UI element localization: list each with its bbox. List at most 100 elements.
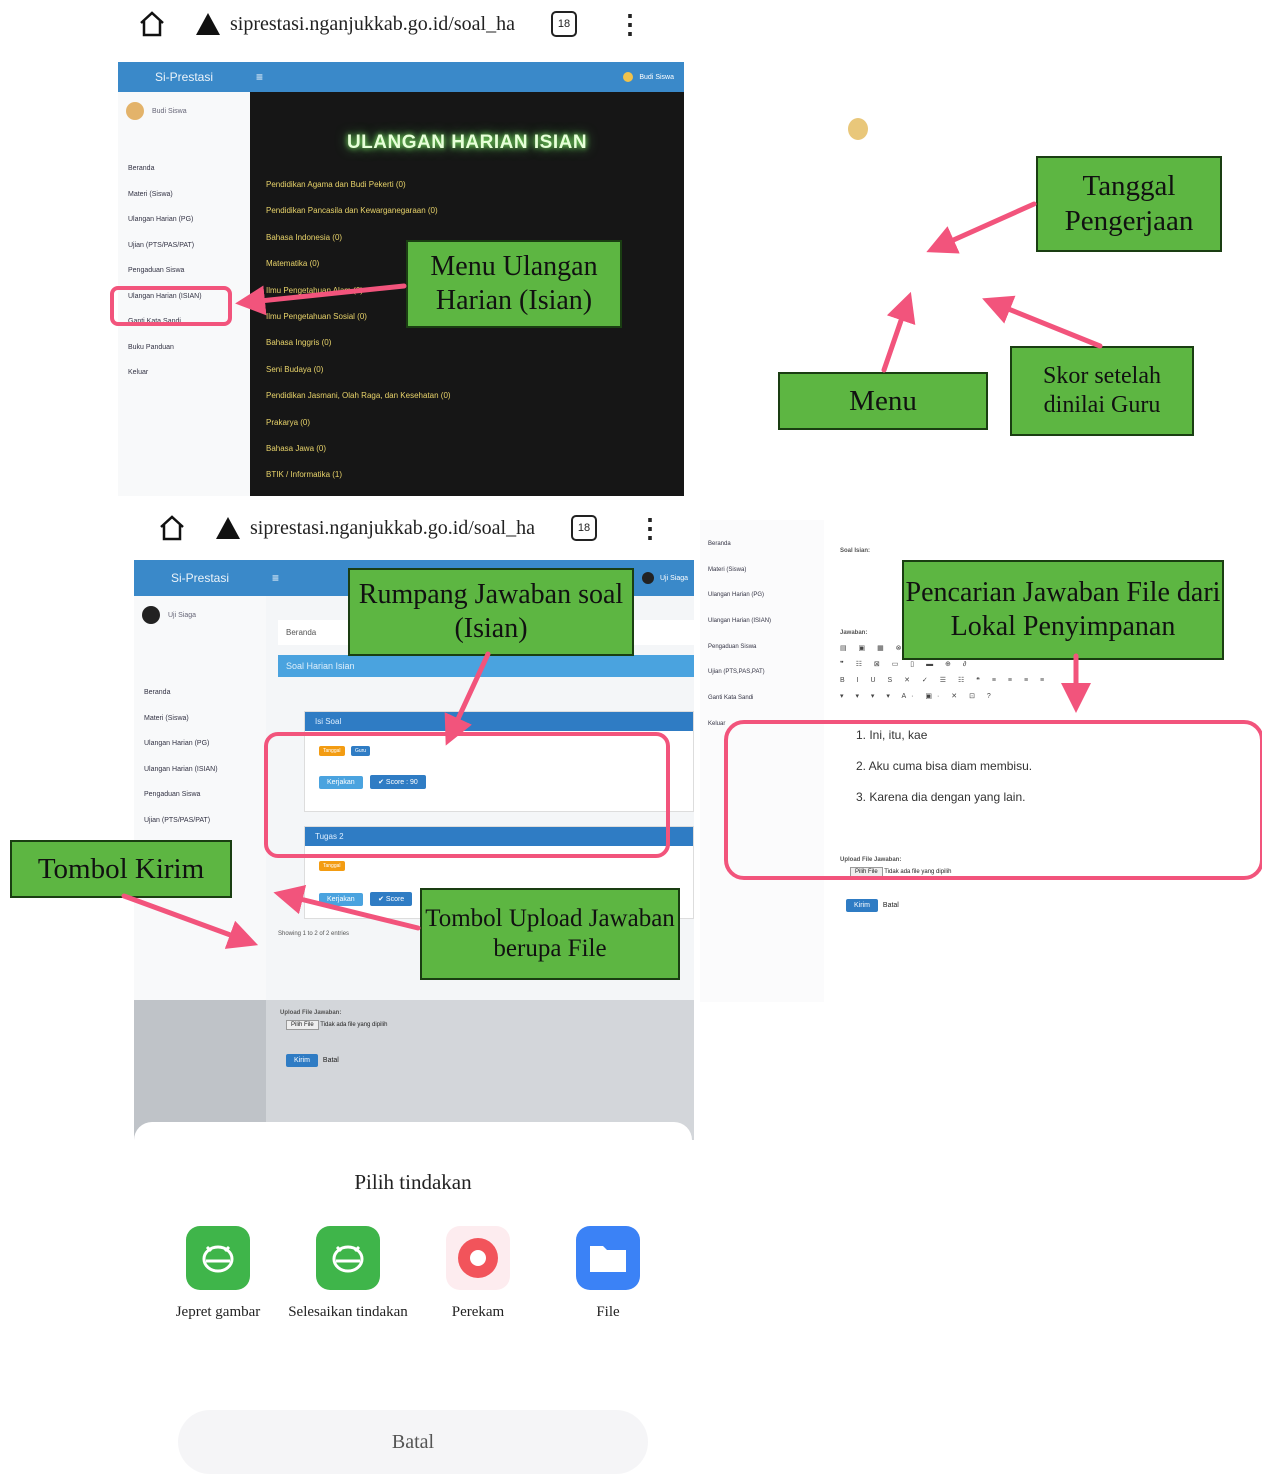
tab-count[interactable]: 18 bbox=[550, 11, 577, 37]
record-icon bbox=[446, 1226, 510, 1290]
avatar bbox=[848, 118, 868, 140]
label-tanggal-pengerjaan: Tanggal Pengerjaan bbox=[1036, 156, 1222, 252]
editor-toolbar[interactable]: ❞ ☷ ⊠ ▭ ▯ ▬ ⊕ ∂ bbox=[840, 660, 1262, 676]
choose-file-button[interactable]: Pilih File bbox=[286, 1020, 319, 1030]
subject-item[interactable]: Pendidikan Agama dan Budi Pekerti (0) bbox=[250, 172, 684, 198]
hamburger-icon[interactable]: ≡ bbox=[256, 70, 263, 84]
home-icon[interactable] bbox=[138, 10, 166, 38]
submit-button[interactable]: Kirim bbox=[846, 899, 878, 912]
sidebar-user-name: Uji Siaga bbox=[168, 611, 197, 619]
no-file-text: Tidak ada file yang dipilih bbox=[320, 1022, 388, 1028]
sidebar-user: Budi Siswa bbox=[118, 92, 250, 130]
brand-name: Si-Prestasi bbox=[170, 571, 229, 585]
action-label: Jepret gambar bbox=[175, 1304, 261, 1320]
upload-label: Upload File Jawaban: bbox=[280, 1010, 342, 1016]
submit-button[interactable]: Kirim bbox=[286, 1054, 318, 1067]
action-sheet: Pilih tindakan Jepret gambar Selesaikan … bbox=[134, 1122, 692, 1474]
subject-item[interactable]: Bahasa Inggris (0) bbox=[250, 330, 684, 356]
home-icon[interactable] bbox=[158, 514, 186, 542]
sidebar-item-materi[interactable]: Materi (Siswa) bbox=[700, 558, 824, 584]
avatar bbox=[142, 606, 160, 624]
highlight-answers bbox=[724, 720, 1262, 880]
date-tag: Tanggal bbox=[319, 861, 345, 871]
sidebar-item-ulangan-isian[interactable]: Ulangan Harian (ISIAN) bbox=[700, 609, 824, 635]
label-skor: Skor setelah dinilai Guru bbox=[1010, 346, 1194, 436]
camera-icon bbox=[186, 1226, 250, 1290]
label-rumpang: Rumpang Jawaban soal (Isian) bbox=[348, 568, 634, 656]
question-header: Isi Soal bbox=[305, 712, 693, 731]
sidebar-item-ujian[interactable]: Ujian (PTS,PAS,PAT) bbox=[700, 660, 824, 686]
label-menu: Menu bbox=[778, 372, 988, 430]
browser-bar-mid: siprestasi.nganjukkab.go.id/soal_ha 18 ⋮ bbox=[158, 506, 663, 550]
action-recorder[interactable]: Perekam bbox=[418, 1226, 538, 1321]
subject-item[interactable]: BTIK / Informatika (1) bbox=[250, 462, 684, 488]
top-user-name[interactable]: Budi Siswa bbox=[639, 74, 674, 81]
label-tombol-kirim: Tombol Kirim bbox=[10, 840, 232, 898]
sidebar-item-beranda[interactable]: Beranda bbox=[118, 156, 250, 182]
folder-icon bbox=[576, 1226, 640, 1290]
highlight-menu-isian bbox=[110, 286, 232, 326]
section-header: Soal Harian Isian bbox=[278, 655, 694, 677]
sidebar-item-ulangan-isian[interactable]: Ulangan Harian (ISIAN) bbox=[134, 757, 266, 783]
top-navbar: Si-Prestasi ≡ Budi Siswa bbox=[118, 62, 684, 92]
label-tombol-upload: Tombol Upload Jawaban berupa File bbox=[420, 888, 680, 980]
sidebar-item-beranda[interactable]: Beranda bbox=[700, 532, 824, 558]
back-button[interactable]: Batal bbox=[883, 902, 899, 909]
url-text[interactable]: siprestasi.nganjukkab.go.id/soal_ha bbox=[250, 517, 535, 540]
answer-button[interactable]: Kerjakan bbox=[319, 893, 363, 906]
subject-item[interactable]: Bahasa Jawa (0) bbox=[250, 436, 684, 462]
label-pencarian: Pencarian Jawaban File dari Lokal Penyim… bbox=[902, 560, 1224, 660]
action-label: Perekam bbox=[451, 1304, 505, 1320]
sidebar-item-ulangan-pg[interactable]: Ulangan Harian (PG) bbox=[700, 583, 824, 609]
action-finish[interactable]: Selesaikan tindakan bbox=[288, 1226, 408, 1321]
highlight-rumpang bbox=[264, 732, 670, 858]
sidebar-user: Uji Siaga bbox=[134, 596, 266, 634]
sidebar-user-name: Budi Siswa bbox=[152, 107, 187, 115]
more-menu-icon[interactable]: ⋮ bbox=[617, 11, 643, 37]
tab-count[interactable]: 18 bbox=[570, 515, 597, 541]
sidebar-item-ganti-sandi[interactable]: Ganti Kata Sandi bbox=[700, 686, 824, 712]
subject-item[interactable]: Pendidikan Jasmani, Olah Raga, dan Keseh… bbox=[250, 383, 684, 409]
sidebar-item-ulangan-pg[interactable]: Ulangan Harian (PG) bbox=[118, 207, 250, 233]
action-label: Selesaikan tindakan bbox=[288, 1304, 408, 1320]
user-avatar-icon[interactable] bbox=[641, 572, 654, 584]
action-camera[interactable]: Jepret gambar bbox=[158, 1226, 278, 1321]
more-menu-icon[interactable]: ⋮ bbox=[637, 515, 663, 541]
url-text[interactable]: siprestasi.nganjukkab.go.id/soal_ha bbox=[230, 13, 515, 36]
page-title: ULANGAN HARIAN ISIAN bbox=[346, 132, 588, 153]
sidebar-item-keluar[interactable]: Keluar bbox=[118, 360, 250, 386]
brand-name: Si-Prestasi bbox=[154, 70, 213, 84]
sheet-title: Pilih tindakan bbox=[354, 1170, 472, 1194]
sidebar-item-materi[interactable]: Materi (Siswa) bbox=[134, 706, 266, 732]
score-badge: ✔ Score bbox=[370, 892, 413, 906]
sidebar-item-materi[interactable]: Materi (Siswa) bbox=[118, 182, 250, 208]
cancel-button[interactable]: Batal bbox=[178, 1410, 648, 1474]
warning-icon bbox=[196, 13, 220, 35]
avatar bbox=[126, 102, 144, 120]
sidebar-item-pengaduan[interactable]: Pengaduan Siswa bbox=[700, 635, 824, 661]
editor-toolbar[interactable]: ▾ ▾ ▾ ▾ A· ▣· ✕ ⊡ ? bbox=[840, 692, 1262, 708]
browser-bar-top: siprestasi.nganjukkab.go.id/soal_ha 18 ⋮ bbox=[138, 2, 643, 46]
subject-item[interactable]: Seni Budaya (0) bbox=[250, 357, 684, 383]
editor-toolbar[interactable]: B I U S ✕ ✓ ☰ ☷ ❝ ≡ ≡ ≡ ≡ bbox=[840, 676, 1262, 692]
upload-panel: Upload File Jawaban: Pilih File Tidak ad… bbox=[134, 1000, 694, 1140]
top-user-name[interactable]: Uji Siaga bbox=[660, 575, 688, 582]
sidebar-item-ujian[interactable]: Ujian (PTS/PAS/PAT) bbox=[118, 233, 250, 259]
sidebar-item-pengaduan[interactable]: Pengaduan Siswa bbox=[134, 782, 266, 808]
sidebar-item-panduan[interactable]: Buku Panduan bbox=[118, 335, 250, 361]
action-file[interactable]: File bbox=[548, 1226, 668, 1321]
label-menu-ulangan: Menu Ulangan Harian (Isian) bbox=[406, 240, 622, 328]
sidebar-item-ujian[interactable]: Ujian (PTS/PAS/PAT) bbox=[134, 808, 266, 834]
user-avatar-icon[interactable] bbox=[623, 72, 634, 82]
action-label: File bbox=[596, 1304, 620, 1320]
warning-icon bbox=[216, 517, 240, 539]
sidebar: Uji Siaga Beranda Materi (Siswa) Ulangan… bbox=[134, 596, 266, 1000]
hamburger-icon[interactable]: ≡ bbox=[272, 571, 279, 585]
android-icon bbox=[316, 1226, 380, 1290]
sidebar-item-ulangan-pg[interactable]: Ulangan Harian (PG) bbox=[134, 731, 266, 757]
sidebar-item-beranda[interactable]: Beranda bbox=[134, 680, 266, 706]
subject-item[interactable]: Pendidikan Pancasila dan Kewarganegaraan… bbox=[250, 198, 684, 224]
subject-item[interactable]: Prakarya (0) bbox=[250, 410, 684, 436]
sidebar-item-pengaduan[interactable]: Pengaduan Siswa bbox=[118, 258, 250, 284]
back-button[interactable]: Batal bbox=[323, 1057, 339, 1064]
